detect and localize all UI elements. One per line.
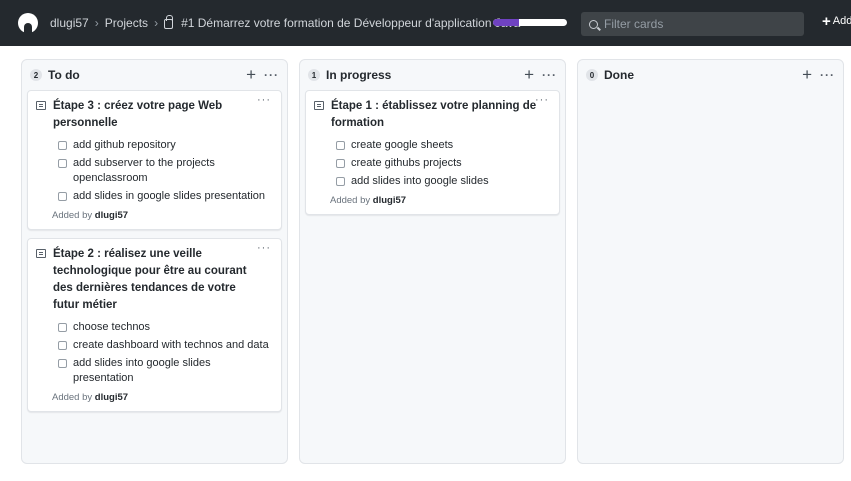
add-card-button[interactable]: +	[524, 66, 534, 83]
task-label: add slides into google slides	[351, 175, 489, 187]
chevron-right-icon: ›	[154, 16, 159, 30]
task-list: choose technos create dashboard with tec…	[58, 320, 273, 386]
filter-cards-input[interactable]	[604, 17, 794, 31]
task-checkbox[interactable]	[58, 323, 67, 332]
column-menu-icon[interactable]: ···	[820, 68, 835, 82]
task-checkbox[interactable]	[336, 159, 345, 168]
note-card[interactable]: Étape 1 : établissez votre planning de f…	[305, 90, 560, 215]
author-name[interactable]: dlugi57	[95, 392, 128, 403]
task-item: add github repository	[58, 138, 273, 153]
column-menu-icon[interactable]: ···	[264, 68, 279, 82]
card-menu-icon[interactable]: ···	[257, 94, 271, 106]
task-checkbox[interactable]	[58, 341, 67, 350]
task-label: create google sheets	[351, 139, 454, 151]
project-title: #1 Démarrez votre formation de Développe…	[181, 16, 521, 30]
plus-icon: +	[822, 12, 831, 30]
card-title: Étape 1 : établissez votre planning de f…	[331, 100, 537, 129]
card-menu-icon[interactable]: ···	[535, 94, 549, 106]
task-item: add subserver to the projects openclassr…	[58, 156, 273, 186]
project-board: 2 To do + ··· Étape 3 : créez votre page…	[0, 59, 851, 481]
task-label: add slides in google slides presentation	[73, 190, 266, 202]
task-label: create dashboard with technos and data	[73, 339, 269, 351]
added-by-prefix: Added by	[52, 210, 93, 221]
task-label: add slides into google slides presentati…	[73, 357, 211, 384]
column-in-progress: 1 In progress + ··· Étape 1 : établissez…	[299, 59, 566, 464]
card-title: Étape 2 : réalisez une veille technologi…	[53, 248, 247, 311]
card-header: Étape 1 : établissez votre planning de f…	[314, 98, 551, 132]
note-card[interactable]: Étape 3 : créez votre page Web personnel…	[27, 90, 282, 230]
task-item: create google sheets	[336, 138, 551, 153]
card-header: Étape 3 : créez votre page Web personnel…	[36, 98, 273, 132]
task-label: add github repository	[73, 139, 176, 151]
card-author: Added by dlugi57	[52, 392, 273, 403]
search-icon	[589, 19, 598, 29]
task-label: choose technos	[73, 321, 151, 333]
card-menu-icon[interactable]: ···	[257, 242, 271, 254]
card-count-badge: 1	[308, 69, 320, 81]
github-logo-icon[interactable]	[18, 13, 38, 33]
breadcrumb: dlugi57 › Projects › #1 Démarrez votre f…	[50, 15, 521, 30]
task-item: create githubs projects	[336, 156, 551, 171]
filter-cards-field[interactable]	[581, 12, 804, 36]
added-by-prefix: Added by	[330, 195, 371, 206]
task-item: create dashboard with technos and data	[58, 338, 273, 353]
card-count-badge: 0	[586, 69, 598, 81]
card-count-badge: 2	[30, 69, 42, 81]
note-icon	[314, 101, 324, 110]
added-by-prefix: Added by	[52, 392, 93, 403]
task-list: add github repository add subserver to t…	[58, 138, 273, 204]
task-checkbox[interactable]	[58, 141, 67, 150]
author-name[interactable]: dlugi57	[373, 195, 406, 206]
author-name[interactable]: dlugi57	[95, 210, 128, 221]
column-title: Done	[604, 68, 634, 82]
column-header: 2 To do + ···	[27, 66, 282, 84]
progress-fill	[493, 19, 519, 26]
task-checkbox[interactable]	[58, 359, 67, 368]
add-cards-button[interactable]: + Add	[822, 12, 851, 30]
task-list: create google sheets create githubs proj…	[336, 138, 551, 189]
task-item: add slides into google slides presentati…	[58, 356, 273, 386]
add-card-button[interactable]: +	[246, 66, 256, 83]
task-label: create githubs projects	[351, 157, 462, 169]
breadcrumb-user[interactable]: dlugi57	[50, 16, 89, 30]
card-author: Added by dlugi57	[52, 210, 273, 221]
task-item: add slides in google slides presentation	[58, 189, 273, 204]
column-done: 0 Done + ···	[577, 59, 844, 464]
column-header: 1 In progress + ···	[305, 66, 560, 84]
add-card-button[interactable]: +	[802, 66, 812, 83]
card-header: Étape 2 : réalisez une veille technologi…	[36, 246, 273, 314]
add-cards-label: Add	[832, 15, 851, 27]
task-checkbox[interactable]	[336, 141, 345, 150]
task-item: add slides into google slides	[336, 174, 551, 189]
chevron-right-icon: ›	[94, 16, 99, 30]
task-label: add subserver to the projects openclassr…	[73, 157, 215, 184]
card-title: Étape 3 : créez votre page Web personnel…	[53, 100, 223, 129]
task-checkbox[interactable]	[336, 177, 345, 186]
lock-icon	[164, 15, 174, 29]
note-icon	[36, 249, 46, 258]
top-bar: dlugi57 › Projects › #1 Démarrez votre f…	[0, 0, 851, 46]
column-menu-icon[interactable]: ···	[542, 68, 557, 82]
task-checkbox[interactable]	[58, 159, 67, 168]
card-author: Added by dlugi57	[330, 195, 551, 206]
column-to-do: 2 To do + ··· Étape 3 : créez votre page…	[21, 59, 288, 464]
column-title: In progress	[326, 68, 392, 82]
project-progress-bar	[493, 19, 567, 26]
task-checkbox[interactable]	[58, 192, 67, 201]
column-title: To do	[48, 68, 80, 82]
note-icon	[36, 101, 46, 110]
task-item: choose technos	[58, 320, 273, 335]
breadcrumb-projects[interactable]: Projects	[105, 16, 148, 30]
note-card[interactable]: Étape 2 : réalisez une veille technologi…	[27, 238, 282, 412]
column-header: 0 Done + ···	[583, 66, 838, 84]
